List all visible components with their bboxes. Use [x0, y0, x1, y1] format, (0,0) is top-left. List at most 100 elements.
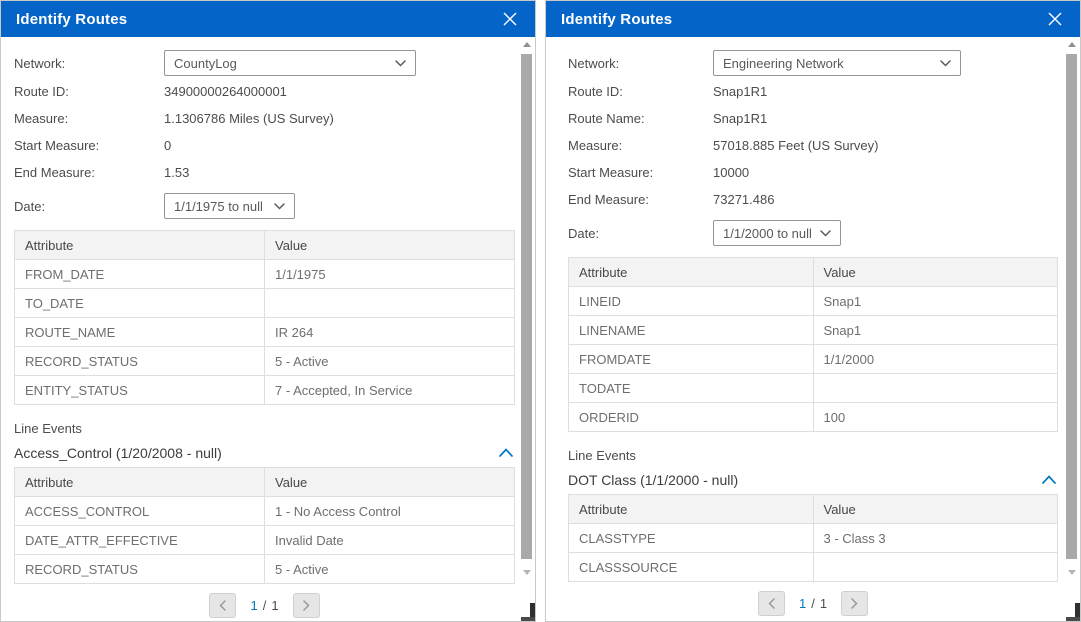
attribute-cell: TODATE: [569, 374, 814, 403]
identify-routes-dialog-right: Identify Routes Network: Engineering Net…: [545, 0, 1081, 622]
prev-page-button[interactable]: [209, 593, 236, 618]
field-route-id: Route ID: Snap1R1: [568, 78, 1058, 105]
table-row: DATE_ATTR_EFFECTIVE Invalid Date: [15, 526, 515, 555]
chevron-up-icon: [499, 448, 513, 457]
vertical-scrollbar: [521, 40, 532, 601]
route-id-label: Route ID:: [14, 84, 164, 99]
date-select[interactable]: 1/1/1975 to null: [164, 193, 295, 219]
page-separator: /: [263, 598, 267, 613]
scroll-down-arrow-icon[interactable]: [523, 570, 531, 575]
table-row: LINENAME Snap1: [569, 316, 1058, 345]
dialog-title: Identify Routes: [16, 11, 127, 28]
page-indicator: 1 / 1: [250, 598, 278, 613]
line-events-label: Line Events: [568, 448, 1058, 463]
value-cell: [813, 553, 1058, 582]
table-row: RECORD_STATUS 5 - Active: [15, 555, 515, 584]
scroll-up-arrow-icon[interactable]: [523, 42, 531, 47]
start-measure-label: Start Measure:: [14, 138, 164, 153]
prev-page-button[interactable]: [758, 591, 785, 616]
resize-grip[interactable]: [1066, 603, 1080, 621]
event-title: DOT Class (1/1/2000 - null): [568, 472, 738, 488]
vertical-scrollbar: [1066, 40, 1077, 601]
total-pages: 1: [820, 596, 827, 611]
value-column-header: Value: [813, 495, 1058, 524]
value-cell: Invalid Date: [265, 526, 515, 555]
measure-value: 1.1306786 Miles (US Survey): [164, 111, 334, 126]
date-select-value: 1/1/2000 to null: [723, 226, 812, 241]
value-cell: IR 264: [265, 318, 515, 347]
value-column-header: Value: [265, 231, 515, 260]
attribute-cell: DATE_ATTR_EFFECTIVE: [15, 526, 265, 555]
table-row: FROMDATE 1/1/2000: [569, 345, 1058, 374]
pagination: 1 / 1: [14, 593, 515, 618]
route-id-label: Route ID:: [568, 84, 713, 99]
attribute-cell: RECORD_STATUS: [15, 555, 265, 584]
dialog-titlebar[interactable]: Identify Routes: [546, 1, 1080, 37]
resize-grip[interactable]: [521, 603, 535, 621]
value-cell: Snap1: [813, 287, 1058, 316]
table-row: CLASSSOURCE: [569, 553, 1058, 582]
route-name-label: Route Name:: [568, 111, 713, 126]
end-measure-value: 1.53: [164, 165, 189, 180]
field-route-id: Route ID: 34900000264000001: [14, 78, 515, 105]
total-pages: 1: [271, 598, 278, 613]
value-cell: 5 - Active: [265, 347, 515, 376]
scrollbar-thumb[interactable]: [1066, 54, 1077, 559]
chevron-left-icon: [219, 600, 226, 611]
attribute-column-header: Attribute: [15, 231, 265, 260]
date-label: Date:: [14, 199, 164, 214]
attribute-cell: LINENAME: [569, 316, 814, 345]
chevron-down-icon: [395, 60, 406, 67]
network-select[interactable]: CountyLog: [164, 50, 416, 76]
close-button[interactable]: [1045, 9, 1065, 29]
network-select[interactable]: Engineering Network: [713, 50, 961, 76]
event-header: Access_Control (1/20/2008 - null): [14, 443, 515, 462]
collapse-section-button[interactable]: [1040, 470, 1058, 489]
attribute-column-header: Attribute: [15, 468, 265, 497]
event-header: DOT Class (1/1/2000 - null): [568, 470, 1058, 489]
chevron-right-icon: [303, 600, 310, 611]
field-date: Date: 1/1/1975 to null: [14, 191, 515, 221]
field-end-measure: End Measure: 1.53: [14, 159, 515, 186]
attribute-cell: CLASSTYPE: [569, 524, 814, 553]
table-header-row: Attribute Value: [15, 231, 515, 260]
date-select[interactable]: 1/1/2000 to null: [713, 220, 841, 246]
table-row: ROUTE_NAME IR 264: [15, 318, 515, 347]
table-row: LINEID Snap1: [569, 287, 1058, 316]
line-events-label: Line Events: [14, 421, 515, 436]
dialog-titlebar[interactable]: Identify Routes: [1, 1, 535, 37]
scrollbar-thumb[interactable]: [521, 54, 532, 559]
table-header-row: Attribute Value: [569, 495, 1058, 524]
attribute-cell: FROMDATE: [569, 345, 814, 374]
collapse-section-button[interactable]: [497, 443, 515, 462]
next-page-button[interactable]: [293, 593, 320, 618]
field-start-measure: Start Measure: 10000: [568, 159, 1058, 186]
attribute-cell: ORDERID: [569, 403, 814, 432]
network-label: Network:: [568, 56, 713, 71]
page-indicator: 1 / 1: [799, 596, 827, 611]
network-label: Network:: [14, 56, 164, 71]
attribute-cell: LINEID: [569, 287, 814, 316]
end-measure-label: End Measure:: [568, 192, 713, 207]
attribute-cell: FROM_DATE: [15, 260, 265, 289]
scroll-down-arrow-icon[interactable]: [1068, 570, 1076, 575]
close-icon: [502, 11, 518, 27]
field-start-measure: Start Measure: 0: [14, 132, 515, 159]
attribute-cell: RECORD_STATUS: [15, 347, 265, 376]
start-measure-value: 10000: [713, 165, 749, 180]
next-page-button[interactable]: [841, 591, 868, 616]
end-measure-value: 73271.486: [713, 192, 774, 207]
value-cell: 1/1/2000: [813, 345, 1058, 374]
date-select-value: 1/1/1975 to null: [174, 199, 263, 214]
value-cell: [813, 374, 1058, 403]
field-network: Network: Engineering Network: [568, 48, 1058, 78]
attribute-cell: ROUTE_NAME: [15, 318, 265, 347]
attribute-cell: TO_DATE: [15, 289, 265, 318]
measure-value: 57018.885 Feet (US Survey): [713, 138, 878, 153]
close-button[interactable]: [500, 9, 520, 29]
table-row: TODATE: [569, 374, 1058, 403]
scroll-up-arrow-icon[interactable]: [1068, 42, 1076, 47]
chevron-down-icon: [940, 60, 951, 67]
event-title: Access_Control (1/20/2008 - null): [14, 445, 222, 461]
network-select-value: Engineering Network: [723, 56, 844, 71]
